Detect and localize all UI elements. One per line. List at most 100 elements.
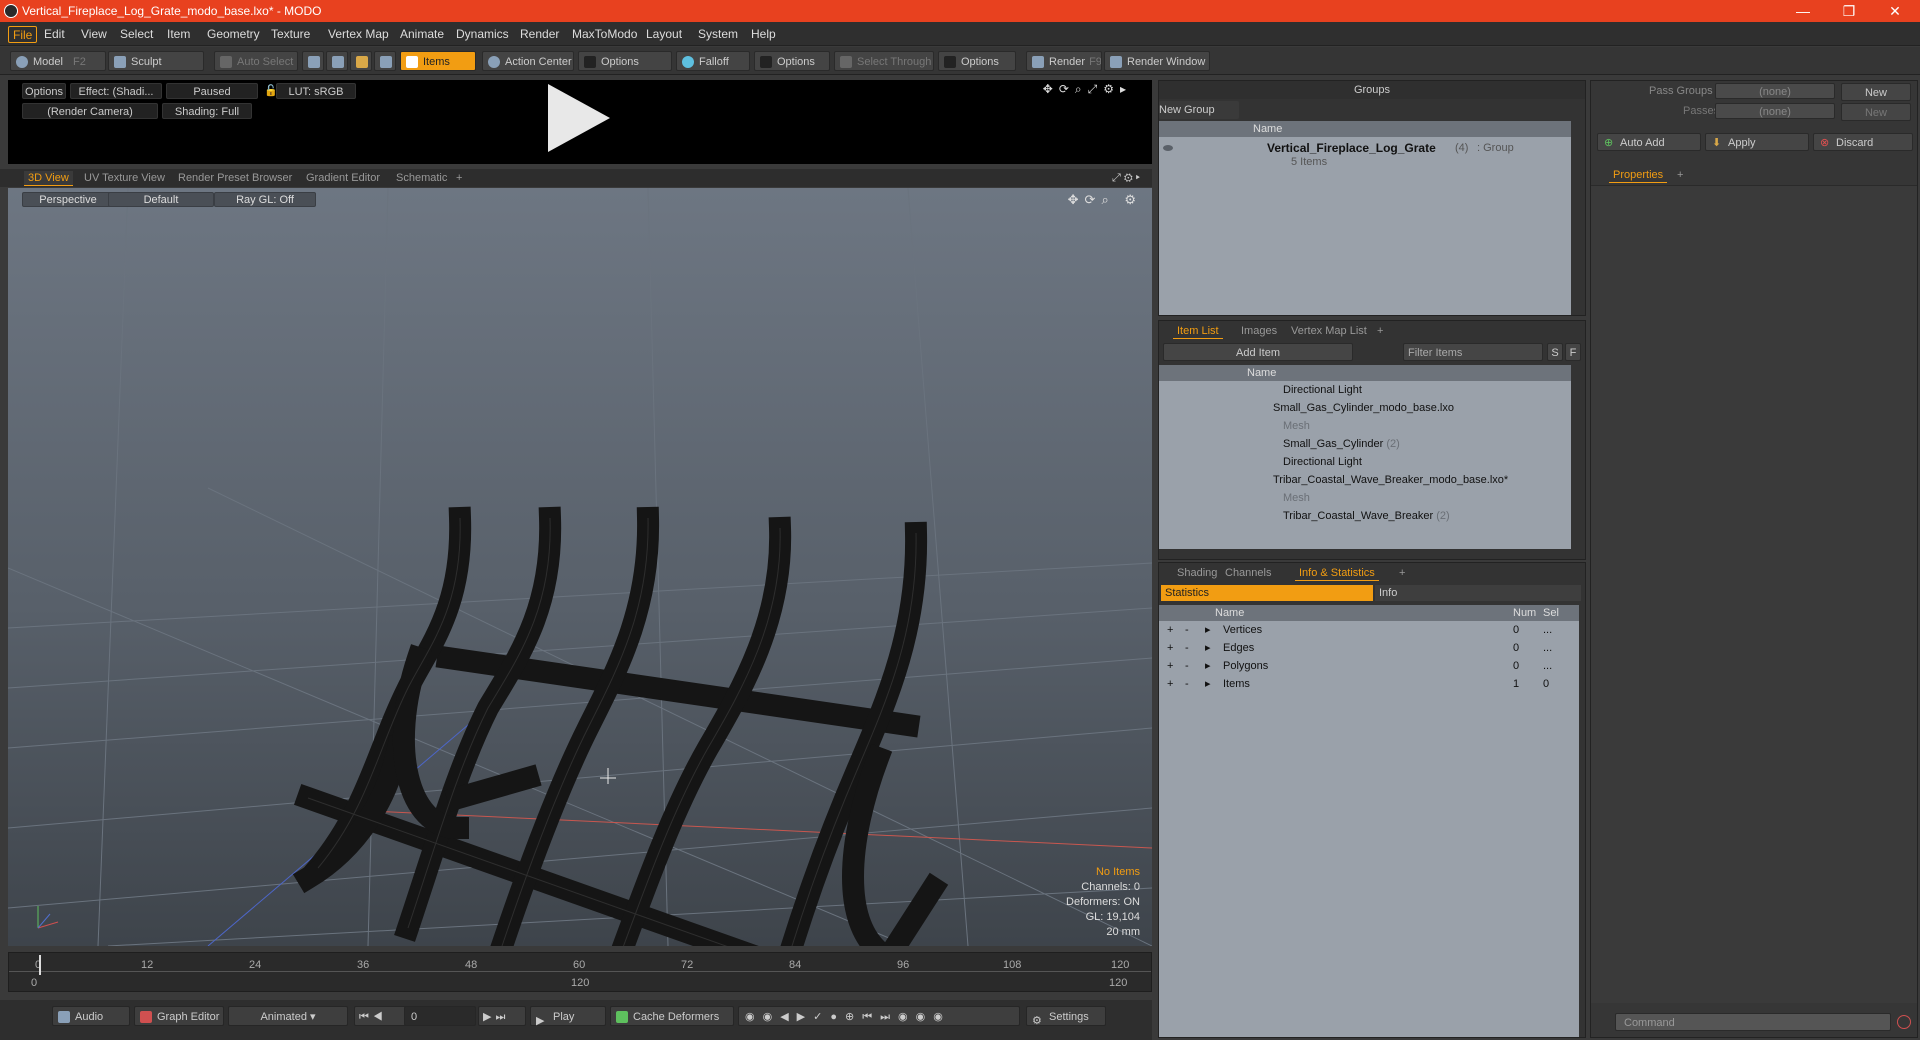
select-through-options-button[interactable]: Options — [938, 51, 1016, 71]
list-item[interactable]: Tribar_Coastal_Wave_Breaker_modo_base.lx… — [1273, 471, 1508, 489]
filter-items-input[interactable]: Filter Items — [1403, 343, 1543, 361]
tab-shading[interactable]: Shading — [1173, 565, 1221, 581]
f-button[interactable]: F — [1565, 343, 1581, 361]
lock-icon[interactable]: 🔓 — [264, 83, 278, 99]
auto-add-button[interactable]: ⊕ Auto Add — [1597, 133, 1701, 151]
tab-3d-view[interactable]: 3D View — [24, 171, 73, 186]
paused-toggle[interactable]: Paused — [166, 83, 258, 99]
perspective-dropdown[interactable]: Perspective — [22, 192, 114, 207]
viewport-nav-icons[interactable]: ✥⟳⌕ ⚙ — [1068, 192, 1142, 208]
timeline[interactable]: 0 12 24 36 48 60 72 84 96 108 120 0 120 … — [8, 952, 1152, 992]
visibility-eye-icon[interactable] — [1163, 145, 1173, 151]
pass-groups-dropdown[interactable]: (none) — [1715, 83, 1835, 99]
graph-editor-button[interactable]: Graph Editor — [134, 1006, 224, 1026]
apply-button[interactable]: ⬇ Apply — [1705, 133, 1809, 151]
tab-add[interactable]: + — [1373, 323, 1387, 339]
preview-nav-icons[interactable]: ✥⟳⌕⤢⚙▸ — [1043, 82, 1132, 97]
render-window-button[interactable]: Render Window — [1104, 51, 1210, 71]
frame-input[interactable]: 0 — [404, 1006, 476, 1026]
render-button[interactable]: Render F9 — [1026, 51, 1102, 71]
table-row[interactable]: + - ▸ Edges 0... — [1159, 639, 1579, 657]
transport-back-buttons[interactable]: ⏮◀ — [354, 1006, 410, 1026]
list-item[interactable]: Directional Light — [1283, 381, 1362, 399]
viewport-settings-icons[interactable]: ⤢ ⚙ ▸ — [1108, 171, 1144, 186]
statistics-subtab[interactable]: Statistics — [1161, 585, 1373, 601]
new-pass-button[interactable]: New — [1841, 103, 1911, 121]
play-icon[interactable] — [548, 84, 610, 152]
audio-button[interactable]: Audio — [52, 1006, 130, 1026]
menu-file[interactable]: File — [8, 26, 38, 43]
polygons-mode-button[interactable] — [350, 51, 372, 71]
menu-render[interactable]: Render — [516, 26, 563, 43]
list-item[interactable]: Small_Gas_Cylinder_modo_base.lxo — [1273, 399, 1454, 417]
menu-item[interactable]: Item — [163, 26, 194, 43]
command-input[interactable]: Command — [1615, 1013, 1891, 1031]
new-pass-group-button[interactable]: New — [1841, 83, 1911, 101]
menu-vertex-map[interactable]: Vertex Map — [324, 26, 393, 43]
menu-edit[interactable]: Edit — [40, 26, 69, 43]
tab-render-preset-browser[interactable]: Render Preset Browser — [174, 171, 296, 186]
list-item[interactable]: Mesh — [1283, 417, 1310, 435]
style-dropdown[interactable]: Default — [108, 192, 214, 207]
playhead[interactable] — [39, 955, 41, 975]
tab-schematic[interactable]: Schematic — [392, 171, 451, 186]
tab-channels[interactable]: Channels — [1221, 565, 1275, 581]
menu-view[interactable]: View — [77, 26, 111, 43]
select-through-button[interactable]: Select Through — [834, 51, 934, 71]
tab-images[interactable]: Images — [1237, 323, 1281, 339]
tab-add[interactable]: + — [452, 171, 466, 186]
camera-dropdown[interactable]: (Render Camera) — [22, 103, 158, 119]
passes-dropdown[interactable]: (none) — [1715, 103, 1835, 119]
list-item[interactable]: Tribar_Coastal_Wave_Breaker (2) — [1283, 507, 1450, 525]
animated-dropdown[interactable]: Animated ▾ — [228, 1006, 348, 1026]
settings-button[interactable]: ⚙ Settings — [1026, 1006, 1106, 1027]
close-button[interactable]: ✕ — [1872, 0, 1918, 22]
group-row-vertical-fireplace[interactable]: Vertical_Fireplace_Log_Grate (4) : Group — [1163, 139, 1571, 157]
list-item[interactable]: Directional Light — [1283, 453, 1362, 471]
table-row[interactable]: + - ▸ Polygons 0... — [1159, 657, 1579, 675]
tab-uv-texture-view[interactable]: UV Texture View — [80, 171, 169, 186]
menu-select[interactable]: Select — [116, 26, 157, 43]
menu-dynamics[interactable]: Dynamics — [452, 26, 513, 43]
s-button[interactable]: S — [1547, 343, 1563, 361]
materials-mode-button[interactable] — [374, 51, 396, 71]
tab-item-list[interactable]: Item List — [1173, 323, 1223, 339]
list-item[interactable]: Small_Gas_Cylinder (2) — [1283, 435, 1400, 453]
action-center-button[interactable]: Action Center — [482, 51, 574, 71]
effect-dropdown[interactable]: Effect: (Shadi... — [70, 83, 162, 99]
key-tools-buttons[interactable]: ◉◉◀▶✓●⊕⏮⏭◉◉◉ — [738, 1006, 1020, 1026]
play-button[interactable]: ▶ Play — [530, 1006, 606, 1027]
cache-deformers-button[interactable]: Cache Deformers — [610, 1006, 734, 1026]
menu-maxtomodo[interactable]: MaxToModo — [568, 26, 641, 43]
info-subtab[interactable]: Info — [1375, 585, 1581, 601]
table-row[interactable]: + - ▸ Items 1 0 — [1159, 675, 1579, 693]
tab-add[interactable]: + — [1395, 565, 1409, 581]
edges-mode-button[interactable] — [326, 51, 348, 71]
3d-viewport[interactable]: Perspective Default Ray GL: Off ✥⟳⌕ ⚙ No… — [8, 188, 1152, 946]
shading-dropdown[interactable]: Shading: Full — [162, 103, 252, 119]
menu-layout[interactable]: Layout — [642, 26, 686, 43]
tab-add[interactable]: + — [1673, 167, 1687, 183]
discard-button[interactable]: ⊗ Discard — [1813, 133, 1913, 151]
menu-geometry[interactable]: Geometry — [203, 26, 264, 43]
falloff-button[interactable]: Falloff — [676, 51, 750, 71]
restore-button[interactable]: ❐ — [1826, 0, 1872, 22]
menu-help[interactable]: Help — [747, 26, 780, 43]
vertices-mode-button[interactable] — [302, 51, 324, 71]
list-item[interactable]: Mesh — [1283, 489, 1310, 507]
sculpt-button[interactable]: Sculpt — [108, 51, 204, 71]
auto-select-button[interactable]: Auto Select — [214, 51, 298, 71]
menu-animate[interactable]: Animate — [396, 26, 448, 43]
falloff-options-button[interactable]: Options — [754, 51, 830, 71]
menu-texture[interactable]: Texture — [267, 26, 314, 43]
items-mode-button[interactable]: Items — [400, 51, 476, 71]
menu-system[interactable]: System — [694, 26, 742, 43]
lut-dropdown[interactable]: LUT: sRGB — [276, 83, 356, 99]
transport-forward-buttons[interactable]: ▶⏭ — [478, 1006, 526, 1026]
action-center-options-button[interactable]: Options — [578, 51, 672, 71]
table-row[interactable]: + - ▸ Vertices 0... — [1159, 621, 1579, 639]
new-group-button[interactable]: New Group — [1159, 101, 1239, 119]
tab-info-statistics[interactable]: Info & Statistics — [1295, 565, 1379, 581]
preview-options-button[interactable]: Options — [22, 83, 66, 99]
minimize-button[interactable]: — — [1780, 0, 1826, 22]
